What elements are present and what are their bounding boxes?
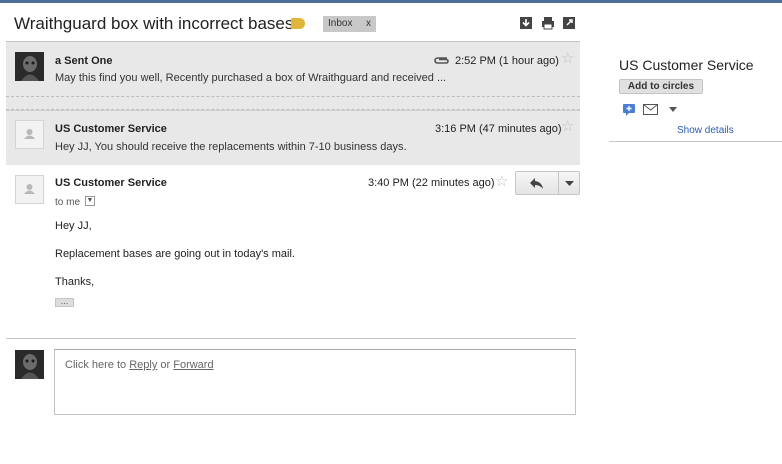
new-window-icon[interactable]: [562, 16, 576, 30]
message-snippet: May this find you well, Recently purchas…: [55, 72, 447, 84]
show-trimmed-content-button[interactable]: ...: [55, 297, 74, 307]
contact-name: US Customer Service: [619, 57, 754, 73]
my-avatar: [15, 350, 44, 379]
star-icon[interactable]: ☆: [561, 119, 574, 134]
message-time: 3:16 PM (47 minutes ago): [435, 123, 562, 135]
default-avatar: [15, 120, 44, 149]
message-body-line: Thanks,: [55, 276, 95, 288]
download-icon[interactable]: [519, 16, 533, 30]
dropdown-arrow-icon[interactable]: [669, 107, 677, 112]
message-body-line: Hey JJ,: [55, 220, 92, 232]
reply-section-divider: [6, 338, 576, 339]
sidebar-divider: [609, 141, 782, 142]
inbox-label-chip[interactable]: Inbox x: [323, 16, 376, 32]
message-body-line: Replacement bases are going out in today…: [55, 248, 295, 260]
message-time: 3:40 PM (22 minutes ago): [368, 177, 495, 189]
add-to-circles-button[interactable]: Add to circles: [619, 79, 703, 94]
message-time: 2:52 PM (1 hour ago): [455, 55, 559, 67]
print-icon[interactable]: [541, 16, 555, 30]
recipient-summary: to me: [55, 197, 81, 208]
message-snippet: Hey JJ, You should receive the replaceme…: [55, 141, 407, 153]
show-recipients-dropdown-icon[interactable]: ▼: [85, 196, 95, 206]
message-sender: a Sent One: [55, 55, 113, 67]
important-label-icon[interactable]: [291, 18, 305, 29]
reply-prompt-prefix: Click here to: [65, 359, 130, 371]
inbox-label-text: Inbox: [328, 18, 353, 29]
collapsed-message-1[interactable]: [6, 42, 580, 100]
star-icon[interactable]: ☆: [561, 51, 574, 66]
collapsed-messages-separator[interactable]: [6, 96, 580, 110]
thread-subject: Wraithguard box with incorrect bases: [14, 14, 294, 33]
mail-icon[interactable]: [643, 104, 658, 115]
forward-link[interactable]: Forward: [173, 359, 213, 371]
top-accent-bar: [0, 0, 782, 3]
collapsed-message-2[interactable]: [6, 110, 580, 165]
reply-button[interactable]: [515, 171, 559, 195]
attachment-icon: [434, 57, 449, 64]
reply-link[interactable]: Reply: [129, 359, 157, 371]
quick-reply-box[interactable]: Click here to Reply or Forward: [54, 349, 576, 415]
show-details-link[interactable]: Show details: [677, 125, 734, 136]
reply-prompt-middle: or: [157, 359, 174, 371]
more-actions-button[interactable]: [558, 171, 580, 195]
chevron-down-icon: [565, 181, 574, 186]
reply-prompt: Click here to Reply or Forward: [65, 359, 214, 371]
sender-avatar: [15, 52, 44, 81]
star-icon[interactable]: ☆: [495, 174, 508, 189]
message-sender: US Customer Service: [55, 177, 167, 189]
default-avatar: [15, 175, 44, 204]
remove-label-icon[interactable]: x: [366, 16, 371, 32]
message-sender: US Customer Service: [55, 123, 167, 135]
reply-arrow-icon: [530, 178, 543, 189]
hangout-icon[interactable]: [622, 103, 636, 117]
